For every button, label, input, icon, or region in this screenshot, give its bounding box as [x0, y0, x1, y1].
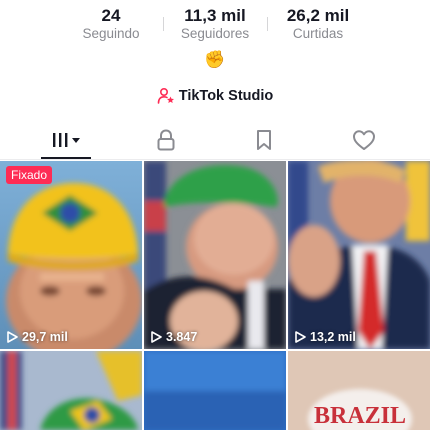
video-thumbnail-image — [144, 351, 286, 430]
video-thumbnail-image: BRAZIL — [288, 351, 430, 430]
followers-count: 11,3 mil — [184, 6, 246, 25]
bookmark-icon — [257, 130, 271, 150]
grid-icon — [53, 133, 80, 147]
play-icon — [151, 331, 162, 343]
video-thumbnail-image — [0, 161, 142, 349]
followers-stat[interactable]: 11,3 mil Seguidores — [174, 6, 256, 42]
video-thumbnail-4[interactable] — [0, 351, 142, 430]
view-count: 29,7 mil — [6, 330, 68, 344]
followers-label: Seguidores — [180, 26, 250, 41]
following-label: Seguindo — [82, 26, 140, 41]
tiktok-studio-link[interactable]: TikTok Studio — [0, 86, 430, 106]
thumbnail-caption: BRAZIL — [314, 403, 406, 429]
pinned-badge: Fixado — [6, 166, 53, 184]
tiktok-studio-label: TikTok Studio — [178, 88, 274, 104]
profile-tabs — [0, 120, 430, 160]
lock-icon — [157, 129, 175, 151]
view-count-text: 29,7 mil — [22, 330, 68, 344]
tab-saved[interactable] — [214, 120, 314, 160]
video-thumbnail-6[interactable]: BRAZIL — [288, 351, 430, 430]
following-stat[interactable]: 24 Seguindo — [70, 6, 152, 42]
video-thumbnail-2[interactable]: 3.847 — [144, 161, 286, 349]
video-thumbnail-5[interactable] — [144, 351, 286, 430]
following-count: 24 — [101, 6, 121, 25]
play-icon — [295, 331, 306, 343]
active-tab-indicator — [41, 157, 91, 159]
tab-liked[interactable] — [314, 120, 414, 160]
bio-text: ✊ — [204, 50, 226, 69]
play-icon — [7, 331, 18, 343]
video-thumbnail-image — [144, 161, 286, 349]
likes-stat[interactable]: 26,2 mil Curtidas — [276, 6, 360, 42]
likes-label: Curtidas — [292, 26, 344, 41]
video-grid: Fixado 29,7 mil 3.847 13,2 mil BRAZIL — [0, 161, 430, 430]
chevron-down-icon — [72, 138, 80, 143]
video-thumbnail-image — [0, 351, 142, 430]
tab-videos[interactable] — [16, 120, 116, 160]
stat-divider — [163, 17, 164, 31]
video-thumbnail-3[interactable]: 13,2 mil — [288, 161, 430, 349]
video-thumbnail-image — [288, 161, 430, 349]
video-thumbnail-1[interactable]: Fixado 29,7 mil — [0, 161, 142, 349]
profile-stats: 24 Seguindo 11,3 mil Seguidores 26,2 mil… — [0, 6, 430, 44]
view-count: 3.847 — [150, 330, 197, 344]
tab-private[interactable] — [116, 120, 216, 160]
view-count: 13,2 mil — [294, 330, 356, 344]
likes-count: 26,2 mil — [286, 6, 350, 25]
view-count-text: 3.847 — [166, 330, 198, 344]
view-count-text: 13,2 mil — [310, 330, 356, 344]
stat-divider — [267, 17, 268, 31]
heart-icon — [353, 130, 375, 150]
person-star-icon — [157, 87, 174, 104]
